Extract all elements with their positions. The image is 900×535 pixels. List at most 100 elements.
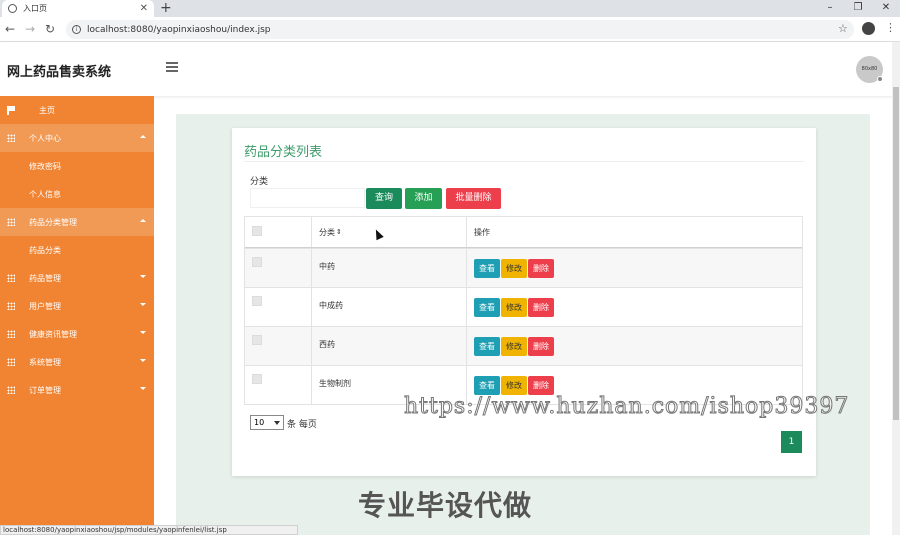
tab-title: 入口页 (23, 4, 47, 13)
sidebar-item-label: 修改密码 (29, 161, 61, 171)
status-bar: localhost:8080/yaopinxiaoshou/jsp/module… (0, 525, 298, 535)
sidebar-item-label: 主页 (39, 105, 55, 115)
table-header-row: 分类 ⇕ 操作 (245, 217, 802, 248)
watermark-url: https://www.huzhan.com/ishop39397 (403, 394, 850, 420)
sidebar-item-order-mgmt[interactable]: 订单管理 (0, 376, 154, 404)
header-actions: 操作 (474, 227, 490, 237)
table-row: 中成药 查看 修改 删除 (245, 287, 802, 326)
row-checkbox-cell (245, 327, 312, 365)
reload-icon[interactable]: ↻ (40, 22, 60, 36)
divider (244, 161, 804, 162)
sidebar-item-label: 药品分类 (29, 245, 61, 255)
view-button[interactable]: 查看 (474, 375, 500, 395)
grid-icon (7, 274, 15, 282)
add-button[interactable]: 添加 (405, 188, 442, 209)
sidebar-item-drug-mgmt[interactable]: 药品管理 (0, 264, 154, 292)
kebab-menu-icon[interactable]: ⋮ (885, 21, 896, 34)
row-actions: 查看 修改 删除 (467, 288, 802, 326)
hamburger-menu-icon[interactable] (166, 62, 178, 72)
scrollbar-thumb[interactable] (893, 87, 899, 420)
page-number-button[interactable]: 1 (781, 431, 802, 453)
chevron-down-icon (140, 359, 146, 362)
address-url: localhost:8080/yaopinxiaoshou/index.jsp (87, 24, 271, 35)
sidebar-item-change-password[interactable]: 修改密码 (0, 152, 154, 180)
batch-delete-button[interactable]: 批量删除 (446, 188, 501, 209)
info-icon[interactable]: i (72, 25, 81, 34)
sidebar-item-personal-info[interactable]: 个人信息 (0, 180, 154, 208)
chevron-up-icon (140, 135, 146, 138)
sidebar-item-label: 订单管理 (29, 385, 61, 395)
page-title: 药品分类列表 (244, 145, 323, 160)
row-checkbox-cell (245, 288, 312, 326)
sidebar-item-user-mgmt[interactable]: 用户管理 (0, 292, 154, 320)
page-size-select[interactable]: 10 (250, 415, 284, 430)
new-tab-button[interactable]: + (160, 0, 172, 17)
row-category: 西药 (312, 327, 467, 365)
sidebar-item-drug-category[interactable]: 药品分类 (0, 236, 154, 264)
chevron-down-icon (140, 303, 146, 306)
sidebar: 主页 个人中心 修改密码 个人信息 药品分类管理 药品分类 药品管理 用户管理 … (0, 96, 154, 535)
sidebar-item-drug-category-mgmt[interactable]: 药品分类管理 (0, 208, 154, 236)
edit-button[interactable]: 修改 (501, 297, 527, 317)
address-bar[interactable]: i localhost:8080/yaopinxiaoshou/index.js… (66, 20, 854, 39)
category-search-input[interactable] (250, 188, 365, 208)
delete-button[interactable]: 删除 (528, 336, 554, 356)
browser-tab[interactable]: 入口页 ✕ (2, 0, 154, 17)
sort-icon[interactable]: ⇕ (336, 228, 342, 236)
app-title: 网上药品售卖系统 (7, 65, 112, 80)
row-checkbox[interactable] (252, 296, 262, 306)
delete-button[interactable]: 删除 (528, 297, 554, 317)
edit-button[interactable]: 修改 (501, 336, 527, 356)
minimize-button[interactable]: – (816, 0, 844, 17)
list-card: 药品分类列表 分类 查询 添加 批量删除 分类 ⇕ 操作 中药 查看 修改 删除 … (232, 128, 816, 476)
grid-icon (7, 218, 15, 226)
globe-icon (8, 4, 17, 13)
forward-arrow-icon[interactable]: → (20, 22, 40, 36)
chevron-down-icon (140, 387, 146, 390)
row-checkbox-cell (245, 366, 312, 404)
row-checkbox[interactable] (252, 257, 262, 267)
header-category[interactable]: 分类 ⇕ (312, 217, 467, 247)
back-arrow-icon[interactable]: ← (0, 22, 20, 36)
close-icon[interactable]: ✕ (140, 3, 148, 14)
status-dot (877, 76, 883, 82)
sidebar-item-home[interactable]: 主页 (0, 96, 154, 124)
row-category: 中药 (312, 249, 467, 287)
window-close-button[interactable]: ✕ (872, 0, 900, 17)
page-size-label: 条 每页 (287, 420, 317, 430)
delete-button[interactable]: 删除 (528, 258, 554, 278)
grid-icon (7, 358, 15, 366)
page-scrollbar[interactable] (892, 42, 900, 535)
row-checkbox[interactable] (252, 335, 262, 345)
filter-label: 分类 (250, 177, 269, 187)
browser-toolbar: ← → ↻ i localhost:8080/yaopinxiaoshou/in… (0, 17, 900, 42)
grid-icon (7, 302, 15, 310)
delete-button[interactable]: 删除 (528, 375, 554, 395)
select-all-checkbox[interactable] (252, 226, 262, 236)
view-button[interactable]: 查看 (474, 297, 500, 317)
sidebar-item-personal-center[interactable]: 个人中心 (0, 124, 154, 152)
row-checkbox-cell (245, 249, 312, 287)
query-button[interactable]: 查询 (366, 188, 402, 209)
header-category-label: 分类 (319, 227, 335, 237)
app-header: 网上药品售卖系统 80x80 (0, 42, 892, 96)
row-category: 中成药 (312, 288, 467, 326)
profile-icon[interactable] (862, 22, 875, 35)
sidebar-item-label: 药品分类管理 (29, 217, 77, 227)
star-icon[interactable]: ☆ (838, 22, 848, 35)
chevron-down-icon (140, 275, 146, 278)
sidebar-item-label: 药品管理 (29, 273, 61, 283)
chevron-up-icon (140, 219, 146, 222)
restore-button[interactable]: ❐ (844, 0, 872, 17)
edit-button[interactable]: 修改 (501, 375, 527, 395)
view-button[interactable]: 查看 (474, 336, 500, 356)
row-checkbox[interactable] (252, 374, 262, 384)
row-actions: 查看 修改 删除 (467, 327, 802, 365)
sidebar-item-health-news-mgmt[interactable]: 健康资讯管理 (0, 320, 154, 348)
edit-button[interactable]: 修改 (501, 258, 527, 278)
sidebar-item-system-mgmt[interactable]: 系统管理 (0, 348, 154, 376)
header-checkbox-cell (245, 217, 312, 247)
view-button[interactable]: 查看 (474, 258, 500, 278)
sidebar-item-label: 个人中心 (29, 133, 61, 143)
sidebar-item-label: 健康资讯管理 (29, 329, 77, 339)
